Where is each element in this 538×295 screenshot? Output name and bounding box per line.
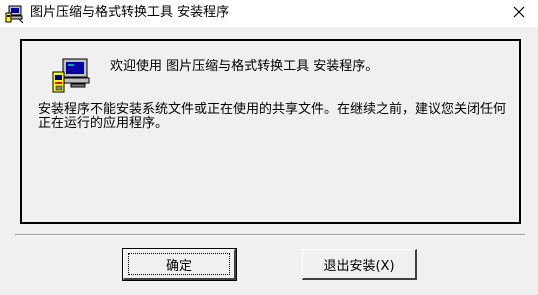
title-bar: 图片压缩与格式转换工具 安装程序 xyxy=(0,0,538,27)
divider xyxy=(15,234,525,236)
setup-dialog-window: 图片压缩与格式转换工具 安装程序 欢迎使用 图片压缩与格式转换工具 安装程序。 … xyxy=(0,0,538,295)
setup-computer-icon xyxy=(51,58,91,94)
dialog-content: 欢迎使用 图片压缩与格式转换工具 安装程序。 安装程序不能安装系统文件或正在使用… xyxy=(0,27,538,295)
warning-message: 安装程序不能安装系统文件或正在使用的共享文件。在继续之前，建议您关闭任何正在运行… xyxy=(38,102,507,131)
exit-setup-button[interactable]: 退出安装(X) xyxy=(302,249,417,280)
close-button[interactable] xyxy=(500,0,538,27)
message-panel: 欢迎使用 图片压缩与格式转换工具 安装程序。 安装程序不能安装系统文件或正在使用… xyxy=(20,39,521,224)
ok-button-label: 确定 xyxy=(165,258,192,274)
window-title: 图片压缩与格式转换工具 安装程序 xyxy=(30,5,230,20)
ok-button[interactable]: 确定 xyxy=(122,248,237,281)
welcome-text: 欢迎使用 图片压缩与格式转换工具 安装程序。 xyxy=(110,59,379,74)
setup-computer-icon xyxy=(5,4,25,24)
exit-button-label: 退出安装(X) xyxy=(323,258,395,274)
close-icon xyxy=(512,4,526,23)
